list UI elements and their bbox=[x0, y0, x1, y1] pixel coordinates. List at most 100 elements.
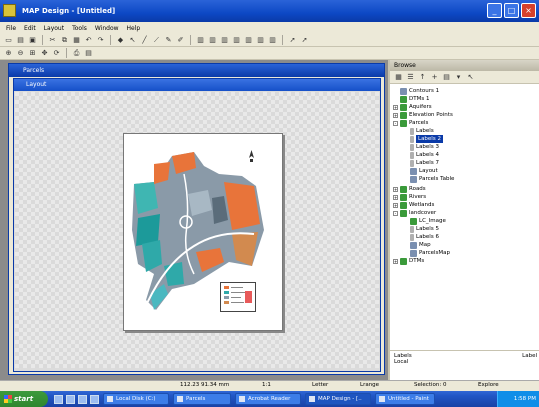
select-icon[interactable]: ◆ bbox=[116, 36, 125, 45]
layout-window-title[interactable]: Layout bbox=[14, 79, 380, 91]
label-icon bbox=[410, 225, 414, 233]
expand-icon[interactable]: + bbox=[393, 186, 398, 192]
minimize-button[interactable]: _ bbox=[487, 3, 502, 18]
tree-item[interactable]: Labels 5 bbox=[410, 225, 439, 233]
chart-icon[interactable]: ▤ bbox=[442, 73, 451, 82]
layout-icon[interactable]: ▤ bbox=[84, 49, 93, 58]
polyline-icon[interactable]: ⟋ bbox=[152, 36, 161, 45]
taskbar-item[interactable]: Acrobat Reader bbox=[235, 393, 301, 405]
tree-item[interactable]: Layout bbox=[410, 167, 438, 175]
expand-icon[interactable]: + bbox=[393, 202, 398, 208]
menu-layout[interactable]: Layout bbox=[44, 25, 64, 32]
expand-icon[interactable]: + bbox=[393, 112, 398, 118]
new-icon[interactable]: ▭ bbox=[4, 36, 13, 45]
layout-page[interactable] bbox=[123, 133, 283, 331]
tree-item[interactable]: Parcels Table bbox=[410, 175, 454, 183]
grid-icon[interactable]: ▦ bbox=[394, 73, 403, 82]
close-button[interactable]: × bbox=[521, 3, 536, 18]
tree-item[interactable]: Labels 4 bbox=[410, 151, 439, 159]
menu-bar: File Edit Layout Tools Window Help bbox=[0, 22, 539, 34]
zoom-in-icon[interactable]: ⊕ bbox=[4, 49, 13, 58]
tool-icon[interactable]: ▥ bbox=[268, 36, 277, 45]
tree-item[interactable]: ParcelsMap bbox=[410, 249, 450, 257]
start-button[interactable]: start bbox=[0, 391, 48, 407]
map-layer-icon bbox=[400, 193, 407, 201]
tool-icon[interactable]: ▥ bbox=[208, 36, 217, 45]
quicklaunch-icon[interactable] bbox=[66, 394, 75, 404]
tree-item[interactable]: + Aquifers bbox=[393, 103, 432, 111]
redo-icon[interactable]: ↷ bbox=[96, 36, 105, 45]
taskbar-item[interactable]: Untitled - Paint bbox=[375, 393, 435, 405]
open-icon[interactable]: ▤ bbox=[16, 36, 25, 45]
tree-item[interactable]: - landcover bbox=[393, 209, 436, 217]
tree-item[interactable]: + DTMs bbox=[393, 257, 424, 265]
layer-tree[interactable]: Contours 1 DTMs 1 + Aquifers + Elevation P… bbox=[390, 85, 539, 347]
tree-item[interactable]: Labels 7 bbox=[410, 159, 439, 167]
layout-canvas[interactable] bbox=[15, 92, 379, 368]
tree-item[interactable]: Labels 3 bbox=[410, 143, 439, 151]
draw-icon[interactable]: ✎ bbox=[164, 36, 173, 45]
expand-icon[interactable]: + bbox=[393, 258, 398, 264]
tool-icon[interactable]: ▥ bbox=[256, 36, 265, 45]
tree-item[interactable]: + Roads bbox=[393, 185, 426, 193]
pan-icon[interactable]: ✥ bbox=[40, 49, 49, 58]
print-icon[interactable]: ⎙ bbox=[72, 49, 81, 58]
tool-icon[interactable]: ▥ bbox=[220, 36, 229, 45]
map-layer-icon bbox=[400, 257, 407, 265]
maximize-button[interactable]: □ bbox=[504, 3, 519, 18]
menu-file[interactable]: File bbox=[6, 25, 16, 32]
collapse-icon[interactable]: - bbox=[393, 210, 398, 216]
parcels-window-title[interactable]: Parcels bbox=[9, 64, 384, 77]
expand-icon[interactable]: + bbox=[393, 194, 398, 200]
tree-item[interactable]: Contours 1 bbox=[400, 87, 439, 95]
menu-help[interactable]: Help bbox=[127, 25, 141, 32]
tree-item[interactable]: DTMs 1 bbox=[400, 95, 429, 103]
expand-icon[interactable]: + bbox=[393, 104, 398, 110]
pointer-icon[interactable]: ↖ bbox=[466, 73, 475, 82]
save-icon[interactable]: ▣ bbox=[28, 36, 37, 45]
tree-item[interactable]: - Parcels bbox=[393, 119, 428, 127]
line-icon[interactable]: ╱ bbox=[140, 36, 149, 45]
tree-item[interactable]: LC_Image bbox=[410, 217, 446, 225]
label-icon bbox=[410, 135, 414, 143]
tool-icon[interactable]: ▥ bbox=[196, 36, 205, 45]
up-icon[interactable]: ↑ bbox=[418, 73, 427, 82]
quicklaunch-icon[interactable] bbox=[54, 394, 63, 404]
quicklaunch-icon[interactable] bbox=[78, 394, 87, 404]
arrow-icon[interactable]: ➚ bbox=[288, 36, 297, 45]
taskbar-item[interactable]: Local Disk (C:) bbox=[103, 393, 169, 405]
dropdown-icon[interactable]: ▾ bbox=[454, 73, 463, 82]
edit-icon[interactable]: ✐ bbox=[176, 36, 185, 45]
tree-item[interactable]: Map bbox=[410, 241, 431, 249]
list-icon[interactable]: ☰ bbox=[406, 73, 415, 82]
quicklaunch-icon[interactable] bbox=[90, 394, 99, 404]
paste-icon[interactable]: ▦ bbox=[72, 36, 81, 45]
tree-item[interactable]: Labels bbox=[410, 127, 434, 135]
undo-icon[interactable]: ↶ bbox=[84, 36, 93, 45]
zoom-out-icon[interactable]: ⊖ bbox=[16, 49, 25, 58]
tree-item[interactable]: + Rivers bbox=[393, 193, 426, 201]
taskbar-item-active[interactable]: MAP Design - [.. bbox=[305, 393, 371, 405]
tree-item-selected[interactable]: Labels 2 bbox=[410, 135, 443, 143]
zoom-box-icon[interactable]: ⊞ bbox=[28, 49, 37, 58]
tree-item[interactable]: Labels 6 bbox=[410, 233, 439, 241]
cut-icon[interactable]: ✂ bbox=[48, 36, 57, 45]
add-icon[interactable]: + bbox=[430, 73, 439, 82]
image-layer-icon bbox=[410, 217, 417, 225]
north-arrow-icon bbox=[248, 150, 255, 162]
menu-window[interactable]: Window bbox=[95, 25, 119, 32]
refresh-icon[interactable]: ⟳ bbox=[52, 49, 61, 58]
label-icon bbox=[410, 127, 414, 135]
menu-edit[interactable]: Edit bbox=[24, 25, 36, 32]
tool-icon[interactable]: ▥ bbox=[244, 36, 253, 45]
tool-icon[interactable]: ▥ bbox=[232, 36, 241, 45]
menu-tools[interactable]: Tools bbox=[72, 25, 87, 32]
app-icon[interactable] bbox=[3, 4, 16, 17]
tree-item[interactable]: + Elevation Points bbox=[393, 111, 453, 119]
collapse-icon[interactable]: - bbox=[393, 120, 398, 126]
copy-icon[interactable]: ⧉ bbox=[60, 36, 69, 45]
arrow-icon[interactable]: ➚ bbox=[300, 36, 309, 45]
taskbar-item[interactable]: Parcels bbox=[173, 393, 231, 405]
pointer-icon[interactable]: ↖ bbox=[128, 36, 137, 45]
tree-item[interactable]: + Wetlands bbox=[393, 201, 434, 209]
